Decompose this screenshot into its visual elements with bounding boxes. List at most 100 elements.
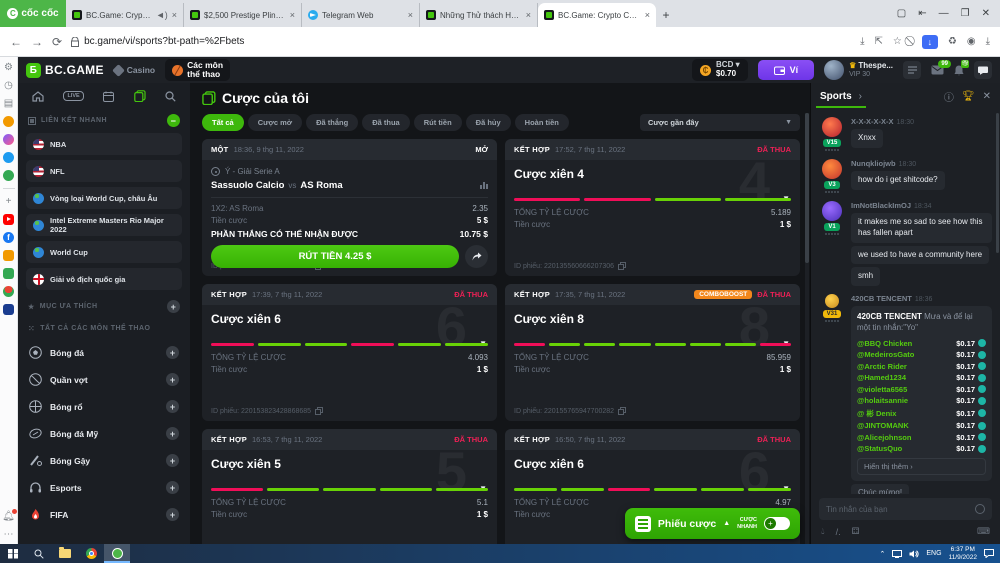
quick-link-iem-rio[interactable]: Intel Extreme Masters Rio Major 2022 <box>26 214 182 236</box>
save-page-icon[interactable]: ⤓ <box>860 36 864 47</box>
crown-icon[interactable] <box>3 116 14 127</box>
expand-sport-button[interactable]: + <box>166 454 179 467</box>
coccoc-brand-button[interactable]: Ccốc cốc <box>0 0 66 27</box>
expand-sport-button[interactable]: + <box>166 346 179 359</box>
bookmark-star-icon[interactable]: ☆ <box>893 36 902 47</box>
chat-username[interactable]: 420CB TENCENT18:36 <box>851 294 992 303</box>
keyboard-icon[interactable]: ⌨︎ <box>977 526 990 537</box>
nav-casino[interactable]: Casino <box>114 65 155 75</box>
back-icon[interactable]: ← <box>10 35 22 49</box>
nav-sports[interactable]: Các mônthể thao <box>165 59 230 82</box>
filter-won[interactable]: Đã thắng <box>306 114 358 131</box>
quick-link-wc-qualifiers[interactable]: Vòng loại World Cup, châu Âu <box>26 187 182 209</box>
dice-icon[interactable]: ⚃ <box>852 526 860 537</box>
sport-american-football[interactable]: Bóng đá Mỹ+ <box>26 420 182 447</box>
network-icon[interactable] <box>892 550 902 558</box>
minimize-button[interactable]: — <box>939 8 949 19</box>
chat-channel-arrow-icon[interactable]: › <box>859 91 862 102</box>
share-bet-button[interactable] <box>465 245 488 268</box>
sport-football[interactable]: Bóng đá+ <box>26 339 182 366</box>
copy-icon[interactable] <box>618 262 626 270</box>
bet-list-icon[interactable] <box>903 61 921 79</box>
expand-sport-button[interactable]: + <box>166 427 179 440</box>
flag-app-icon[interactable] <box>3 304 14 315</box>
commands-icon[interactable]: /​. <box>836 527 841 537</box>
chrome-taskbar-icon[interactable] <box>78 544 104 563</box>
avatar[interactable] <box>825 294 839 308</box>
action-center-icon[interactable] <box>984 549 994 558</box>
twitter-icon[interactable] <box>3 152 14 163</box>
settings-gear-icon[interactable]: ⚙ <box>4 62 13 73</box>
expand-sport-button[interactable]: + <box>166 373 179 386</box>
emoji-icon[interactable] <box>975 504 985 514</box>
browser-tab[interactable]: BC.Game: Crypto Casino◄)× <box>66 3 184 27</box>
chat-input[interactable] <box>826 505 975 514</box>
match-row[interactable]: Sassuolo CalciovsAS Roma <box>211 180 488 198</box>
start-button[interactable] <box>0 544 26 563</box>
youtube-icon[interactable] <box>3 214 14 225</box>
taskbar-search-icon[interactable] <box>26 544 52 563</box>
bet-card-single[interactable]: MỘT 18:36, 9 thg 11, 2022 MỞ Ý - Giải Se… <box>202 139 497 276</box>
messenger-icon[interactable] <box>3 134 14 145</box>
chat-username[interactable]: Nunqkliojwb18:30 <box>851 159 992 168</box>
maximize-button[interactable]: ❐ <box>961 8 970 19</box>
filter-cancelled[interactable]: Đã hủy <box>466 114 511 131</box>
download-button[interactable]: ↓ <box>922 35 938 49</box>
tab-audio-icon[interactable]: ◄) <box>156 10 168 20</box>
extension-icon[interactable]: ♻ <box>948 36 957 47</box>
tab-search-icon[interactable]: ▢ <box>897 8 906 19</box>
my-bets-icon[interactable] <box>134 90 146 102</box>
expand-sport-button[interactable]: + <box>166 508 179 521</box>
tab-close-icon[interactable]: × <box>408 10 413 20</box>
chat-scrollbar[interactable] <box>996 113 999 253</box>
browser-tab[interactable]: $2,500 Prestige Plinko Challe× <box>184 3 302 27</box>
sport-esports[interactable]: Esports+ <box>26 474 182 501</box>
bet-card-combo[interactable]: KẾT HỢP 16:53, 7 thg 11, 2022 ĐÃ THUA 5 … <box>202 429 497 544</box>
forward-icon[interactable]: → <box>31 35 43 49</box>
sport-tennis[interactable]: Quần vợt+ <box>26 366 182 393</box>
close-button[interactable]: ✕ <box>982 8 990 19</box>
avatar[interactable] <box>822 117 842 137</box>
schedule-icon[interactable] <box>103 91 114 102</box>
main-scrollbar[interactable] <box>805 113 809 544</box>
betslip-button[interactable]: Phiếu cược ▲ CƯỢCNHANH <box>625 508 800 539</box>
chat-close-icon[interactable]: ✕ <box>983 91 991 102</box>
collapse-quick-links-button[interactable]: − <box>167 114 180 127</box>
home-icon[interactable] <box>32 91 44 102</box>
live-icon[interactable]: LIVE <box>63 91 83 101</box>
filter-lost[interactable]: Đã thua <box>362 114 410 131</box>
filter-cashout[interactable]: Rút tiền <box>414 114 462 131</box>
filter-open[interactable]: Cược mở <box>248 114 302 131</box>
taskbar-clock[interactable]: 6:37 PM 11/9/2022 <box>949 546 977 562</box>
downloads-tray-icon[interactable]: ⤓ <box>986 36 990 47</box>
expand-sport-button[interactable]: + <box>166 400 179 413</box>
games-icon[interactable] <box>3 170 14 181</box>
tab-close-icon[interactable]: × <box>526 10 531 20</box>
tab-close-icon[interactable]: × <box>645 10 650 20</box>
chat-toggle-icon[interactable] <box>974 61 992 79</box>
copy-icon[interactable] <box>618 407 626 415</box>
history-clock-icon[interactable]: ◷ <box>4 80 13 91</box>
plant-app-icon[interactable] <box>3 286 14 297</box>
filter-all[interactable]: Tất cả <box>202 114 244 131</box>
avatar[interactable] <box>822 159 842 179</box>
wallet-button[interactable]: Ví <box>758 60 815 80</box>
battery-app-icon[interactable] <box>3 268 14 279</box>
profile-icon[interactable]: ◉ <box>967 36 976 47</box>
chat-tab-sports[interactable]: Sports <box>820 85 852 108</box>
stats-icon[interactable] <box>480 182 488 189</box>
url-bar[interactable]: bc.game/vi/sports?bt-path=%2Fbets <box>71 36 851 47</box>
quick-link-nba[interactable]: NBA <box>26 133 182 155</box>
new-tab-button[interactable]: + <box>656 3 676 27</box>
tab-close-icon[interactable]: × <box>172 10 177 20</box>
add-shortcut-icon[interactable]: + <box>6 196 12 207</box>
chat-username[interactable]: X-X-X-X-X-X18:30 <box>851 117 992 126</box>
sport-fifa[interactable]: FIFA+ <box>26 501 182 528</box>
add-favorite-button[interactable]: + <box>167 300 180 313</box>
reading-list-icon[interactable]: ▤ <box>4 98 13 109</box>
copy-icon[interactable] <box>315 407 323 415</box>
cashout-button[interactable]: RÚT TIỀN 4.25 $ <box>211 245 459 268</box>
quick-link-world-cup[interactable]: World Cup <box>26 241 182 263</box>
browser-tab-active[interactable]: BC.Game: Crypto Casino Gar× <box>538 3 656 27</box>
browser-tab[interactable]: Telegram Web× <box>302 3 420 27</box>
